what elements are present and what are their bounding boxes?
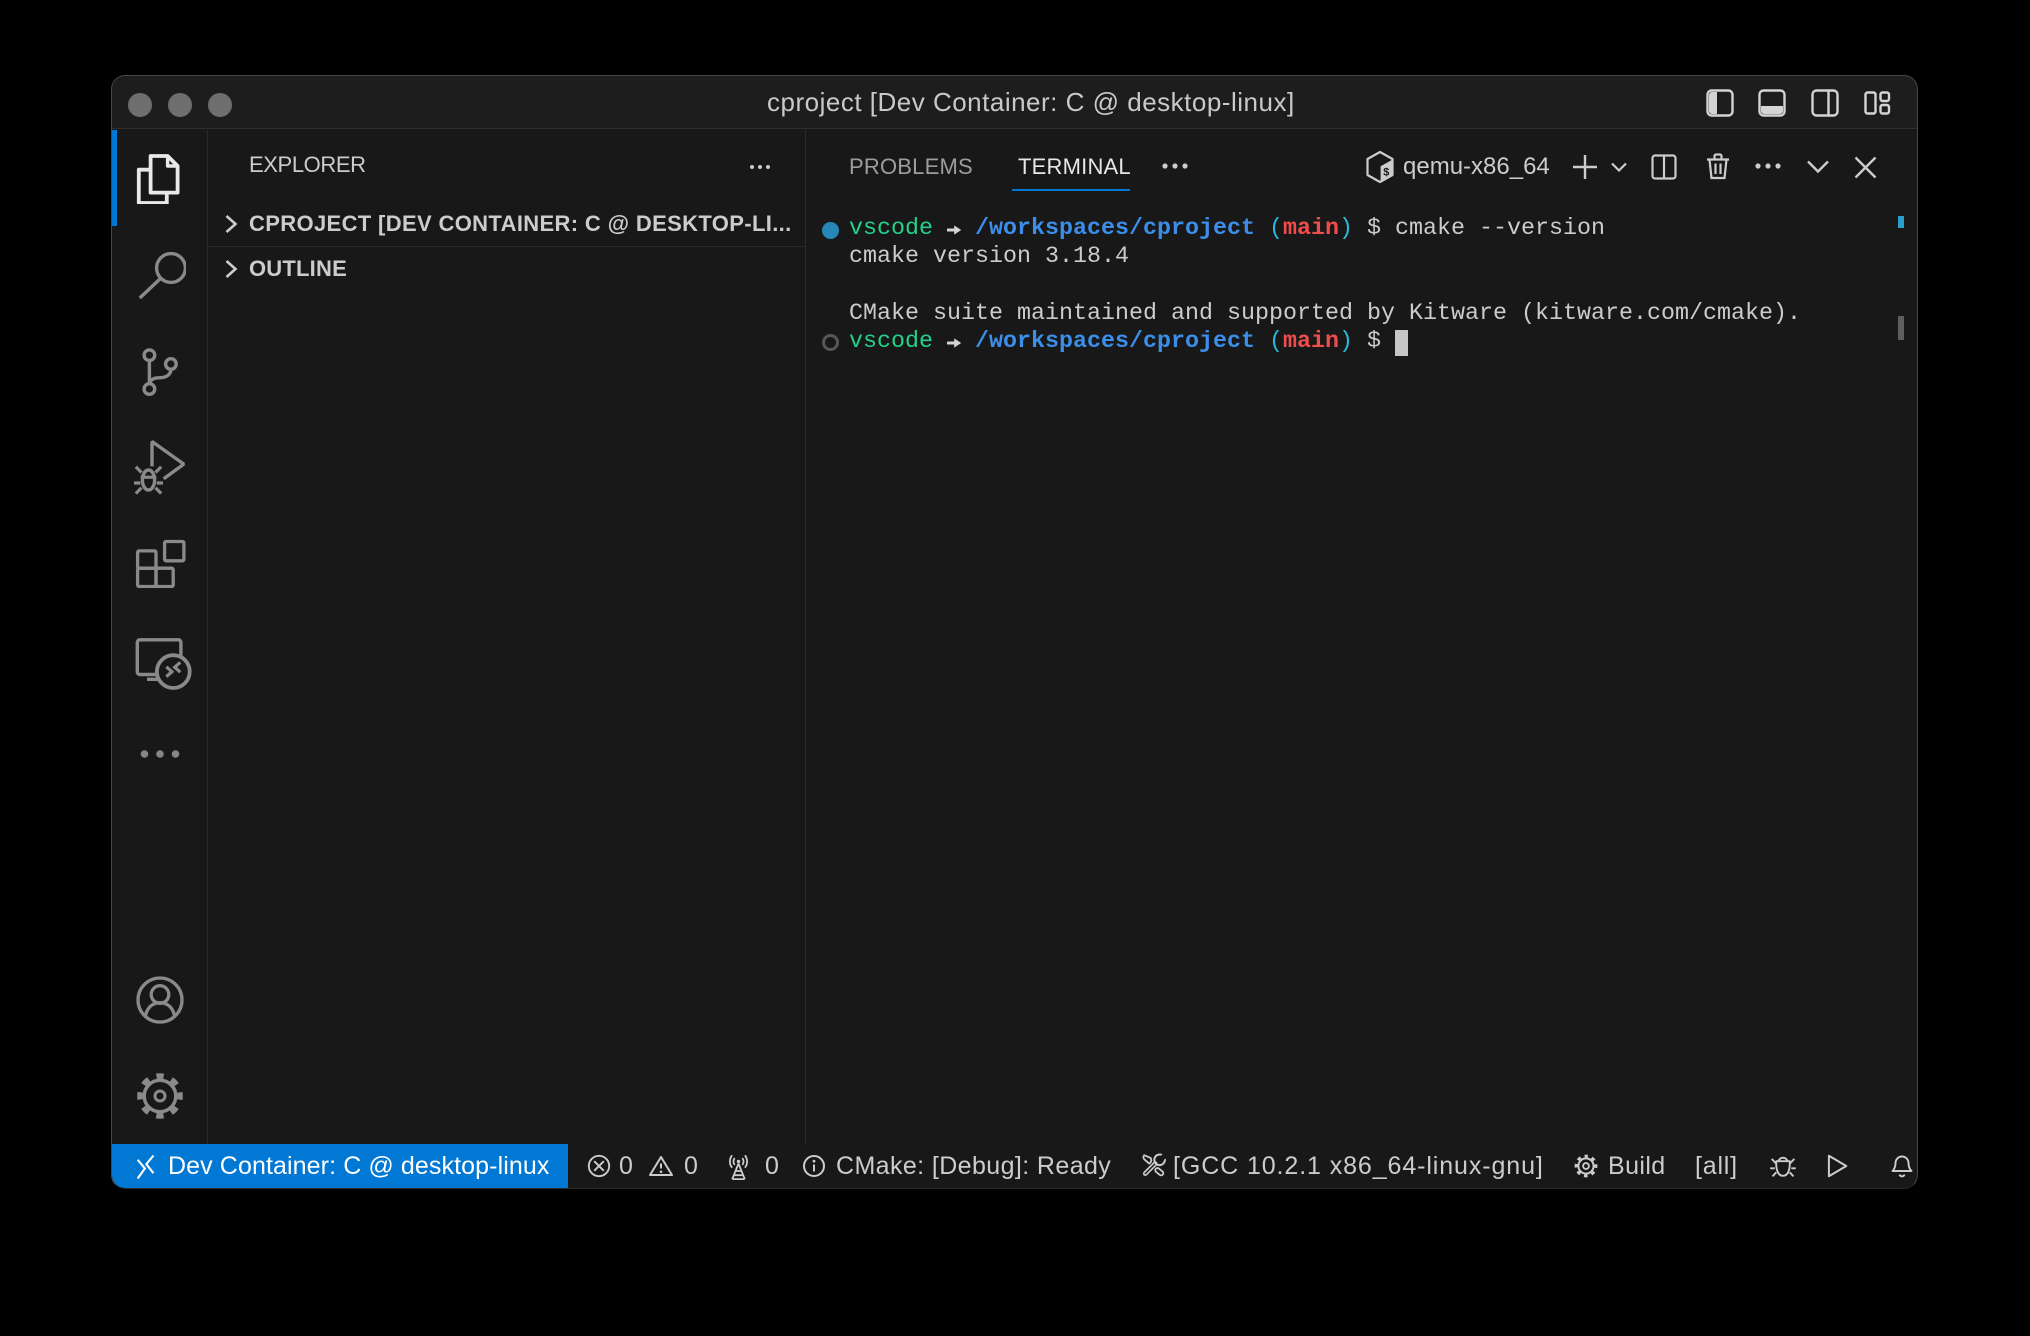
svg-text:$: $ [1383,168,1390,180]
